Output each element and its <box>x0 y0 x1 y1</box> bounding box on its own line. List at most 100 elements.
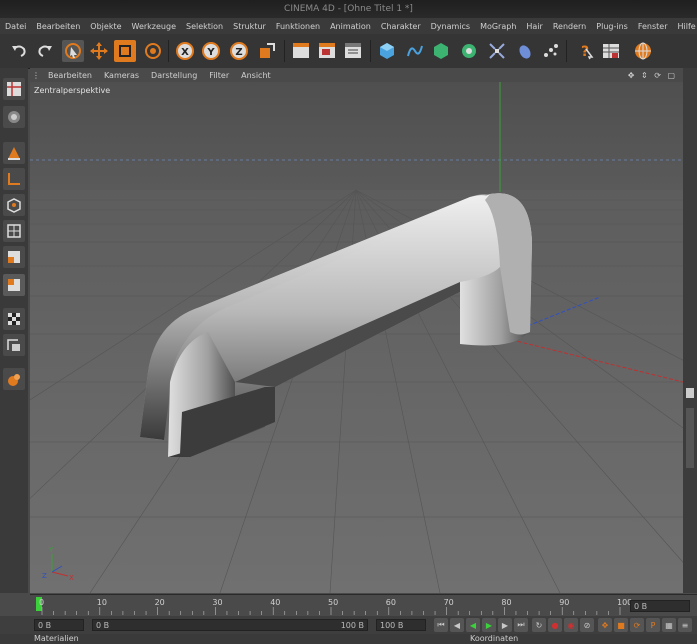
toolbar-separator <box>284 40 285 62</box>
z-axis-label: Z <box>235 47 242 58</box>
step-back-icon[interactable]: ◀ <box>450 618 464 632</box>
loop-icon[interactable]: ↻ <box>532 618 546 632</box>
go-to-end-icon[interactable]: ⏭ <box>514 618 528 632</box>
menu-animation[interactable]: Animation <box>325 22 376 31</box>
viewport-nav-icons[interactable]: ✥ ⇕ ⟳ ▢ <box>622 71 683 80</box>
z-axis-icon[interactable]: Z <box>228 40 250 62</box>
timeline-tick-label: 60 <box>386 598 396 607</box>
cube-icon[interactable] <box>376 40 398 62</box>
y-axis-icon[interactable]: Y <box>200 40 222 62</box>
position-key-icon[interactable]: ✥ <box>598 618 612 632</box>
camera-icon[interactable]: ? <box>574 40 596 62</box>
polygons-mode-icon[interactable] <box>3 246 25 268</box>
menu-objekte[interactable]: Objekte <box>85 22 126 31</box>
gizmo-y-label: Y <box>48 546 54 554</box>
materials-tab[interactable]: Materialien <box>34 634 79 643</box>
render-settings-icon[interactable] <box>342 40 364 62</box>
viewport-menu-filter[interactable]: Filter <box>203 71 235 80</box>
timeline-tick-label: 90 <box>559 598 569 607</box>
viewport-menu-bearbeiten[interactable]: Bearbeiten <box>42 71 98 80</box>
array-icon[interactable] <box>458 40 480 62</box>
menu-charakter[interactable]: Charakter <box>376 22 426 31</box>
menu-struktur[interactable]: Struktur <box>228 22 271 31</box>
scale-icon[interactable] <box>114 40 136 62</box>
viewport-label: Zentralperspektive <box>34 86 110 95</box>
menu-rendern[interactable]: Rendern <box>548 22 591 31</box>
timeline-tick-label: 40 <box>270 598 280 607</box>
viewport-menu-kameras[interactable]: Kameras <box>98 71 145 80</box>
menu-fenster[interactable]: Fenster <box>633 22 673 31</box>
toolbar-separator <box>370 40 371 62</box>
x-axis-icon[interactable]: X <box>174 40 196 62</box>
end-frame-field[interactable]: 100 B <box>376 619 426 631</box>
scale-key-icon[interactable]: ■ <box>614 618 628 632</box>
light-icon[interactable] <box>600 40 622 62</box>
nurbs-icon[interactable] <box>430 40 452 62</box>
left-tool-palette <box>0 68 28 593</box>
coordinates-tab[interactable]: Koordinaten <box>470 634 518 643</box>
render-picture-viewer-icon[interactable] <box>316 40 338 62</box>
status-bar: Materialien Koordinaten <box>0 634 697 644</box>
start-frame-field[interactable]: 0 B <box>34 619 84 631</box>
keyframe-selection-icon[interactable]: ⊘ <box>580 618 594 632</box>
preview-max-label: 100 B <box>340 621 364 630</box>
undo-icon[interactable] <box>8 40 30 62</box>
viewport-menu-ansicht[interactable]: Ansicht <box>235 71 277 80</box>
live-selection-icon[interactable] <box>62 40 84 62</box>
panel-scrollbar[interactable] <box>686 408 694 468</box>
parameter-key-icon[interactable]: P <box>646 618 660 632</box>
record-icon[interactable]: ● <box>548 618 562 632</box>
menu-bearbeiten[interactable]: Bearbeiten <box>31 22 85 31</box>
texture-mode-icon[interactable] <box>3 308 25 330</box>
particles-icon[interactable] <box>540 40 562 62</box>
axis-mode-icon[interactable] <box>3 168 25 190</box>
window-title-bar: CINEMA 4D - [Ohne Titel 1 *] <box>0 0 697 18</box>
timeline-svg[interactable]: 0 10 20 30 40 50 60 70 80 90 100 <box>30 595 697 617</box>
menu-datei[interactable]: Datei <box>0 22 31 31</box>
deformer-icon[interactable] <box>486 40 508 62</box>
timeline-ruler[interactable]: 0 10 20 30 40 50 60 70 80 90 100 0 B <box>30 594 697 617</box>
scene-icon[interactable] <box>632 40 654 62</box>
move-icon[interactable] <box>88 40 110 62</box>
menu-werkzeuge[interactable]: Werkzeuge <box>127 22 181 31</box>
viewport-menu-darstellung[interactable]: Darstellung <box>145 71 203 80</box>
timeline-tick-label: 20 <box>155 598 165 607</box>
world-coord-icon[interactable] <box>256 40 278 62</box>
point-level-icon[interactable]: ▦ <box>662 618 676 632</box>
go-to-start-icon[interactable]: ⏮ <box>434 618 448 632</box>
timeline-tick-label: 30 <box>212 598 222 607</box>
menu-mograph[interactable]: MoGraph <box>475 22 521 31</box>
menu-plugins[interactable]: Plug-ins <box>591 22 633 31</box>
redo-icon[interactable] <box>34 40 56 62</box>
uv-mode-icon[interactable] <box>3 274 25 296</box>
rotate-icon[interactable] <box>142 40 164 62</box>
layout-icon[interactable] <box>3 78 25 100</box>
menu-hilfe[interactable]: Hilfe <box>672 22 697 31</box>
play-backward-icon[interactable]: ◀ <box>466 618 480 632</box>
menu-dynamics[interactable]: Dynamics <box>426 22 475 31</box>
preview-min-label: 0 B <box>96 621 110 630</box>
edges-mode-icon[interactable] <box>3 220 25 242</box>
render-view-icon[interactable] <box>290 40 312 62</box>
timeline-menu-icon[interactable]: ≡ <box>678 618 692 632</box>
points-mode-icon[interactable] <box>3 194 25 216</box>
environment-icon[interactable] <box>514 40 536 62</box>
step-forward-icon[interactable]: ▶ <box>498 618 512 632</box>
timeline-tick-label: 50 <box>328 598 338 607</box>
rotation-key-icon[interactable]: ⟳ <box>630 618 644 632</box>
autokey-icon[interactable]: ◉ <box>564 618 578 632</box>
model-mode-icon[interactable] <box>3 106 25 128</box>
viewport-canvas[interactable]: Zentralperspektive Y X Z <box>30 82 683 593</box>
play-forward-icon[interactable]: ▶ <box>482 618 496 632</box>
menu-funktionen[interactable]: Funktionen <box>271 22 325 31</box>
preview-range-slider[interactable]: 0 B 100 B <box>92 619 368 631</box>
object-mode-icon[interactable] <box>3 142 25 164</box>
sculpt-icon[interactable] <box>3 368 25 390</box>
panel-tab-icon[interactable] <box>686 388 694 398</box>
current-frame-field[interactable]: 0 B <box>630 600 690 612</box>
3d-viewport[interactable]: Zentralperspektive Y X Z <box>30 82 683 593</box>
spline-icon[interactable] <box>404 40 426 62</box>
menu-selektion[interactable]: Selektion <box>181 22 228 31</box>
menu-hair[interactable]: Hair <box>521 22 547 31</box>
workplane-icon[interactable] <box>3 334 25 356</box>
